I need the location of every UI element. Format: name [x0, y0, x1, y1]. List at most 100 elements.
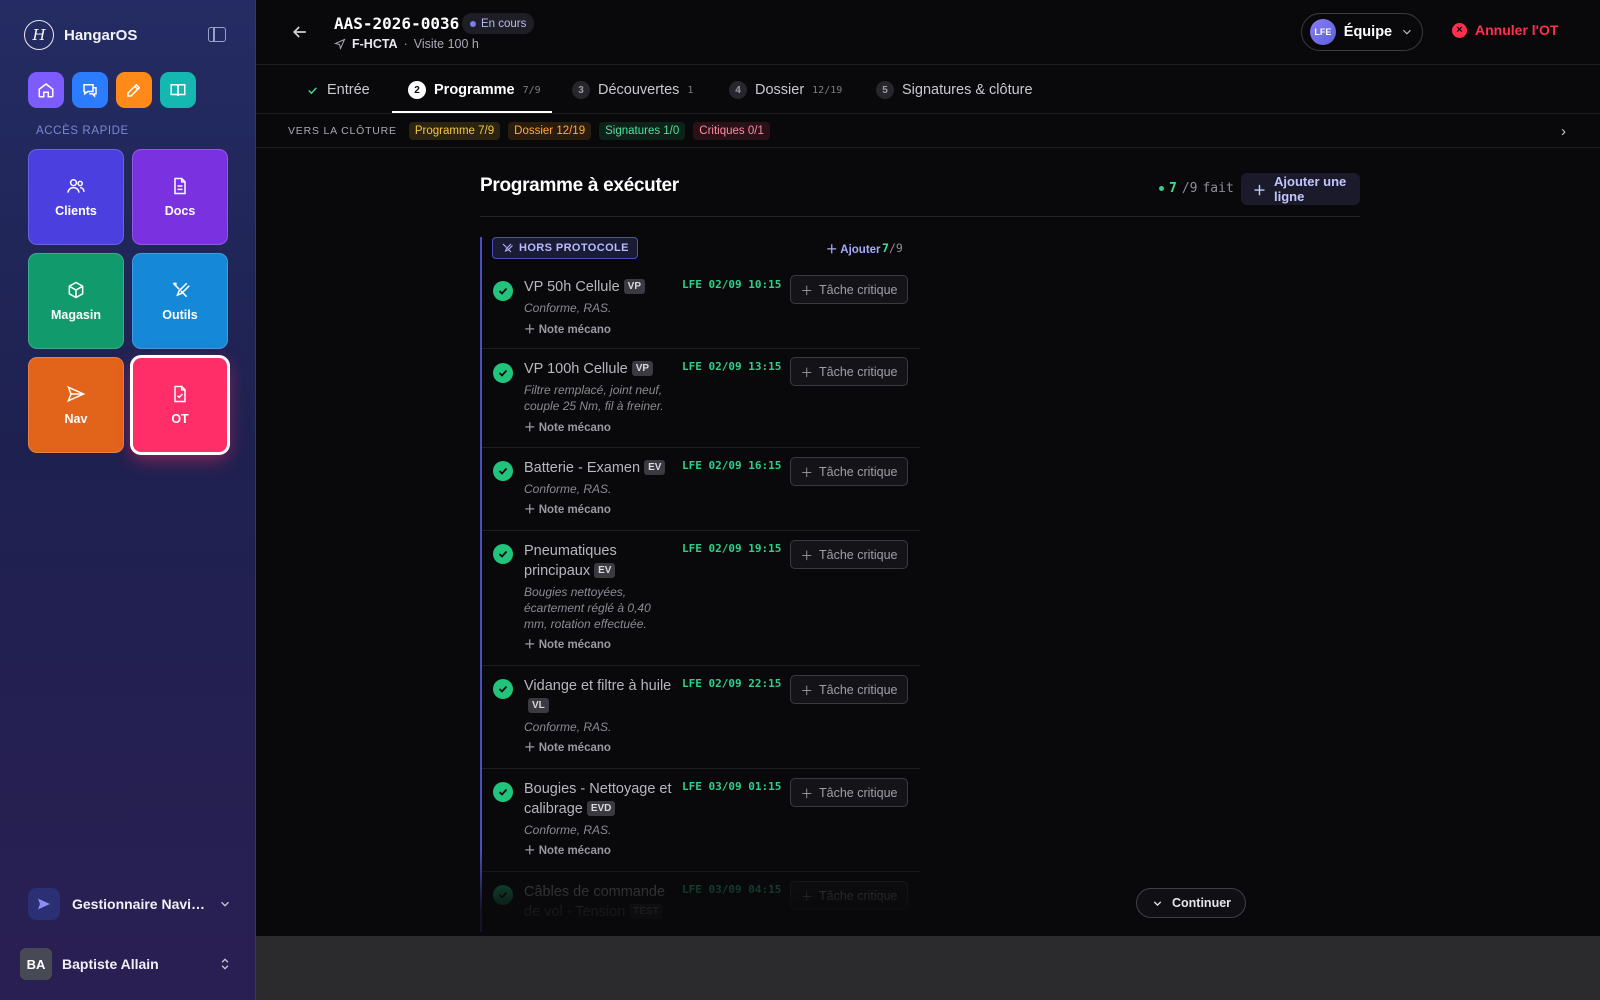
cancel-ot-button[interactable]: × Annuler l'OT — [1452, 22, 1558, 38]
send-icon — [67, 385, 86, 403]
plus-icon: ＋ — [800, 284, 813, 298]
add-line-button[interactable]: ＋ Ajouter une ligne — [1241, 173, 1360, 205]
tab-count: 7/9 — [522, 84, 541, 96]
critical-label: Tâche critique — [819, 364, 898, 379]
chat-icon — [83, 84, 97, 98]
tab-label: Dossier — [755, 82, 805, 98]
check-circle-icon[interactable] — [493, 363, 513, 383]
critical-label: Tâche critique — [819, 547, 898, 562]
check-circle-icon[interactable] — [493, 544, 513, 564]
add-note-button[interactable]: ＋ Note mécano — [524, 739, 611, 755]
tile-magasin[interactable]: Magasin — [28, 253, 124, 349]
tools-icon — [172, 282, 190, 298]
task-note: Conforme, RAS. — [524, 720, 612, 734]
status-dot-icon — [470, 20, 476, 27]
add-note-button[interactable]: ＋ Note mécano — [524, 842, 611, 858]
task-code-badge: VP — [631, 361, 654, 376]
step-number: 5 — [876, 81, 894, 99]
tab-dossier[interactable]: 4 Dossier 12/19 — [729, 65, 842, 115]
check-circle-icon[interactable] — [493, 281, 513, 301]
check-circle-icon[interactable] — [493, 679, 513, 699]
check-circle-icon[interactable] — [493, 885, 513, 905]
chevron-right-icon[interactable]: › — [1561, 123, 1566, 140]
app-name: HangarOS — [64, 26, 138, 44]
chat-button[interactable] — [72, 72, 108, 108]
group-count: 7/9 — [882, 241, 903, 255]
tile-label: OT — [171, 412, 189, 426]
tab-count: 12/19 — [812, 84, 843, 96]
team-selector[interactable]: LFE Équipe — [1301, 13, 1423, 51]
add-note-button[interactable]: ＋ Note mécano — [524, 419, 611, 435]
task-name: VP 100h Cellule VP — [524, 359, 676, 379]
tab-label: Entrée — [327, 82, 370, 98]
add-note-button[interactable]: ＋ Note mécano — [524, 501, 611, 517]
task-signoff: LFE 02/09 10:15 — [682, 278, 782, 291]
user-name: Baptiste Allain — [62, 956, 159, 972]
book-button[interactable] — [160, 72, 196, 108]
check-circle-icon[interactable] — [493, 461, 513, 481]
task-row: Bougies - Nettoyage et calibrage EVD Conf… — [482, 769, 920, 872]
tile-clients[interactable]: Clients — [28, 149, 124, 245]
critical-task-button[interactable]: ＋ Tâche critique — [790, 457, 908, 486]
add-note-button[interactable]: ＋ Note mécano — [524, 636, 611, 652]
tile-nav[interactable]: Nav — [28, 357, 124, 453]
arrow-left-icon[interactable] — [290, 22, 310, 42]
critical-task-button[interactable]: ＋ Tâche critique — [790, 881, 908, 910]
sidebar-collapse-icon[interactable] — [208, 27, 226, 42]
plus-icon: ＋ — [800, 549, 813, 563]
task-row: VP 50h Cellule VP Conforme, RAS. ＋ Note m… — [482, 265, 920, 349]
edit-button[interactable] — [116, 72, 152, 108]
group-add-button[interactable]: ＋ Ajouter — [826, 241, 881, 257]
tile-outils[interactable]: Outils — [132, 253, 228, 349]
chip-critiques[interactable]: Critiques 0/1 — [693, 122, 770, 140]
critical-task-button[interactable]: ＋ Tâche critique — [790, 778, 908, 807]
task-title: VP 100h Cellule — [524, 361, 628, 377]
plus-icon: ＋ — [800, 684, 813, 698]
tile-ot[interactable]: OT — [132, 357, 228, 453]
chip-dossier[interactable]: Dossier 12/19 — [508, 122, 592, 140]
continue-button[interactable]: Continuer — [1136, 888, 1247, 918]
task-row: Câbles de commande de vol - Tension TEST … — [482, 872, 920, 932]
chip-signatures[interactable]: Signatures 1/0 — [599, 122, 686, 140]
role-switcher[interactable]: Gestionnaire Navigabilité — [28, 888, 232, 920]
edit-icon — [127, 83, 141, 97]
critical-task-button[interactable]: ＋ Tâche critique — [790, 540, 908, 569]
continue-label: Continuer — [1172, 896, 1232, 910]
chip-programme[interactable]: Programme 7/9 — [408, 122, 501, 140]
aircraft-info: F-HCTA · Visite 100 h — [334, 37, 479, 51]
plus-icon: ＋ — [800, 366, 813, 380]
task-row: Batterie - Examen EV Conforme, RAS. ＋ Not… — [482, 448, 920, 531]
critical-task-button[interactable]: ＋ Tâche critique — [790, 357, 908, 386]
group-add-label: Ajouter — [840, 244, 881, 256]
task-code-badge: EV — [644, 460, 666, 475]
critical-task-button[interactable]: ＋ Tâche critique — [790, 275, 908, 304]
task-signoff: LFE 02/09 19:15 — [682, 542, 782, 555]
check-circle-icon[interactable] — [493, 782, 513, 802]
status-dot-icon — [1159, 186, 1164, 191]
user-menu[interactable]: BA Baptiste Allain — [20, 948, 232, 980]
step-number: 2 — [408, 81, 426, 99]
tab-entree[interactable]: Entrée — [306, 65, 370, 115]
task-note: Conforme, RAS. — [524, 482, 612, 496]
task-signoff: LFE 02/09 13:15 — [682, 360, 782, 373]
chevron-down-icon — [221, 901, 229, 907]
add-note-button[interactable]: ＋ Note mécano — [524, 321, 611, 337]
note-label: Note mécano — [538, 742, 611, 754]
task-signoff: LFE 03/09 01:15 — [682, 780, 782, 793]
brand[interactable]: H HangarOS — [24, 20, 137, 50]
task-name: Pneumatiques principaux EV — [524, 541, 664, 581]
navigation-role-icon — [28, 888, 60, 920]
role-name: Gestionnaire Navigabilité — [72, 896, 206, 912]
critical-task-button[interactable]: ＋ Tâche critique — [790, 675, 908, 704]
task-note: Conforme, RAS. — [524, 301, 612, 315]
visit-type: Visite 100 h — [413, 37, 479, 51]
tab-programme[interactable]: 2 Programme 7/9 — [408, 65, 541, 115]
group-done: 7 — [882, 241, 889, 255]
plus-icon: ＋ — [800, 787, 813, 801]
tab-decouvertes[interactable]: 3 Découvertes 1 — [572, 65, 693, 115]
tile-docs[interactable]: Docs — [132, 149, 228, 245]
chevron-down-icon — [1153, 900, 1162, 906]
task-row: Vidange et filtre à huile VL Conforme, RA… — [482, 666, 920, 769]
tab-signatures[interactable]: 5 Signatures & clôture — [876, 65, 1033, 115]
home-button[interactable] — [28, 72, 64, 108]
